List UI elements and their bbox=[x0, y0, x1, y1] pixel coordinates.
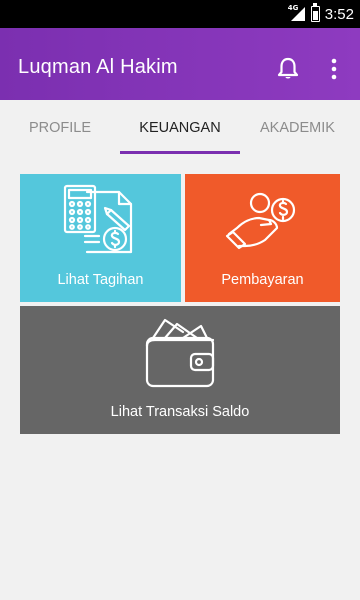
pembayaran-button[interactable]: Pembayaran bbox=[185, 174, 340, 302]
page-title: Luqman Al Hakim bbox=[18, 56, 178, 78]
bell-icon[interactable] bbox=[275, 56, 301, 82]
app-bar: Luqman Al Hakim bbox=[0, 28, 360, 100]
battery-icon bbox=[310, 3, 320, 22]
tab-bar: PROFILE KEUANGAN AKADEMIK bbox=[0, 100, 360, 154]
invoice-calculator-icon bbox=[63, 184, 133, 254]
tab-akademik[interactable]: AKADEMIK bbox=[240, 100, 360, 154]
signal-icon: 4G bbox=[288, 4, 306, 22]
lihat-transaksi-saldo-label: Lihat Transaksi Saldo bbox=[110, 404, 250, 420]
wallet-icon bbox=[145, 318, 215, 388]
hand-coin-icon bbox=[225, 192, 296, 250]
more-vert-icon[interactable] bbox=[326, 56, 342, 82]
status-bar: 4G 3:52 bbox=[0, 0, 360, 28]
lihat-transaksi-saldo-button[interactable]: Lihat Transaksi Saldo bbox=[20, 306, 340, 434]
pembayaran-label: Pembayaran bbox=[221, 272, 304, 288]
lihat-tagihan-label: Lihat Tagihan bbox=[57, 272, 144, 288]
clock: 3:52 bbox=[324, 5, 354, 23]
lihat-tagihan-button[interactable]: Lihat Tagihan bbox=[20, 174, 181, 302]
tab-keuangan[interactable]: KEUANGAN bbox=[120, 100, 240, 154]
tab-indicator bbox=[120, 151, 240, 154]
tab-profile[interactable]: PROFILE bbox=[0, 100, 120, 154]
